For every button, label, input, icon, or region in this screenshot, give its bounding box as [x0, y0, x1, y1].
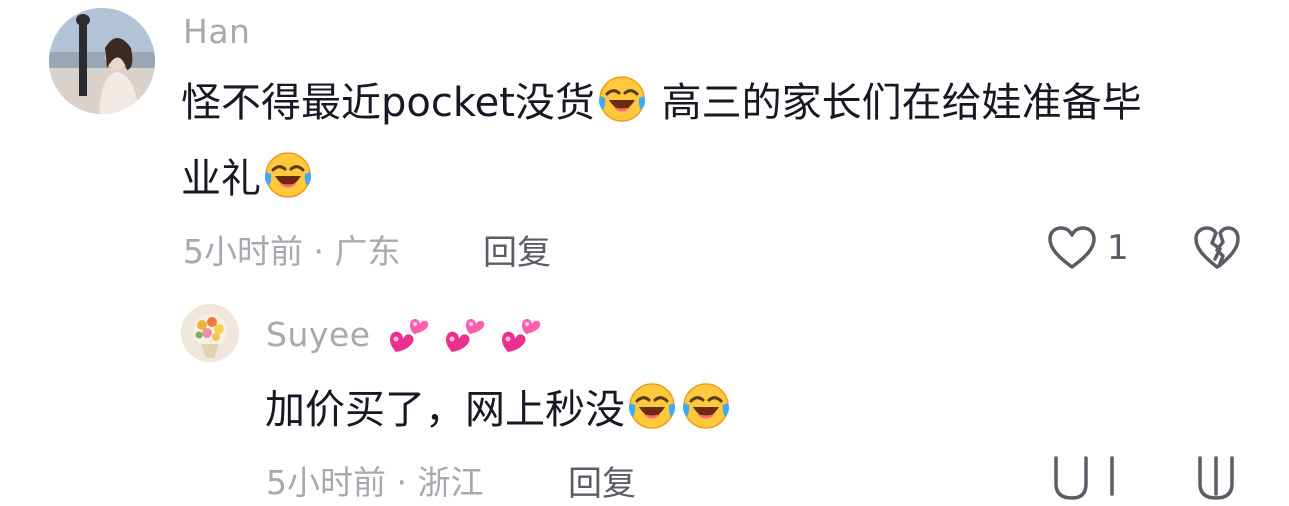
laughing-crying-emoji-icon [597, 74, 647, 124]
avatar[interactable] [49, 8, 155, 114]
comment-time: 5小时前 [183, 232, 303, 271]
reply-button[interactable]: 回复 [568, 456, 636, 505]
like-button[interactable] [1052, 454, 1122, 506]
like-count: 1 [1107, 228, 1129, 268]
avatar-photo [181, 304, 239, 362]
laughing-crying-emoji-icon [627, 381, 677, 431]
comment-text-part-1: 怪不得最近pocket没货 [181, 80, 595, 126]
comment-text: 加价买了，网上秒没 [265, 387, 625, 433]
broken-heart-icon [1194, 226, 1240, 269]
two-hearts-emoji-icon [444, 312, 490, 358]
broken-heart-icon [1198, 456, 1234, 500]
comment-time: 5小时前 [266, 463, 386, 502]
comment-meta: 5小时前 · 广东 [183, 225, 401, 273]
comment-text-part-2: 高三的家长们在给娃准备毕 [661, 80, 1142, 126]
comment-location: 广东 [334, 232, 401, 271]
comment-text-line-1: 怪不得最近pocket没货 高三的家长们在给娃准备毕 [181, 74, 1142, 129]
meta-separator: · [396, 463, 408, 502]
comment-text-line-2: 业礼 [181, 150, 315, 205]
comment-location: 浙江 [417, 463, 484, 502]
heart-outline-icon [1054, 456, 1114, 500]
avatar-photo [49, 8, 155, 114]
username[interactable]: Han [183, 12, 250, 51]
username[interactable]: Suyee [266, 315, 371, 354]
avatar[interactable] [181, 304, 239, 362]
comment-text-part-3: 业礼 [181, 156, 261, 202]
dislike-button[interactable] [1193, 225, 1241, 275]
like-button[interactable]: 1 [1047, 224, 1129, 272]
meta-separator: · [313, 232, 325, 271]
comment-text-line-1: 加价买了，网上秒没 [265, 381, 733, 436]
two-hearts-emoji-icon [500, 312, 546, 358]
dislike-button[interactable] [1196, 454, 1240, 506]
username-emoji-group [388, 312, 546, 358]
reply-button[interactable]: 回复 [483, 225, 551, 274]
heart-outline-icon [1048, 226, 1096, 269]
laughing-crying-emoji-icon [681, 381, 731, 431]
two-hearts-emoji-icon [388, 312, 434, 358]
laughing-crying-emoji-icon [263, 150, 313, 200]
comment-meta: 5小时前 · 浙江 [266, 456, 484, 504]
